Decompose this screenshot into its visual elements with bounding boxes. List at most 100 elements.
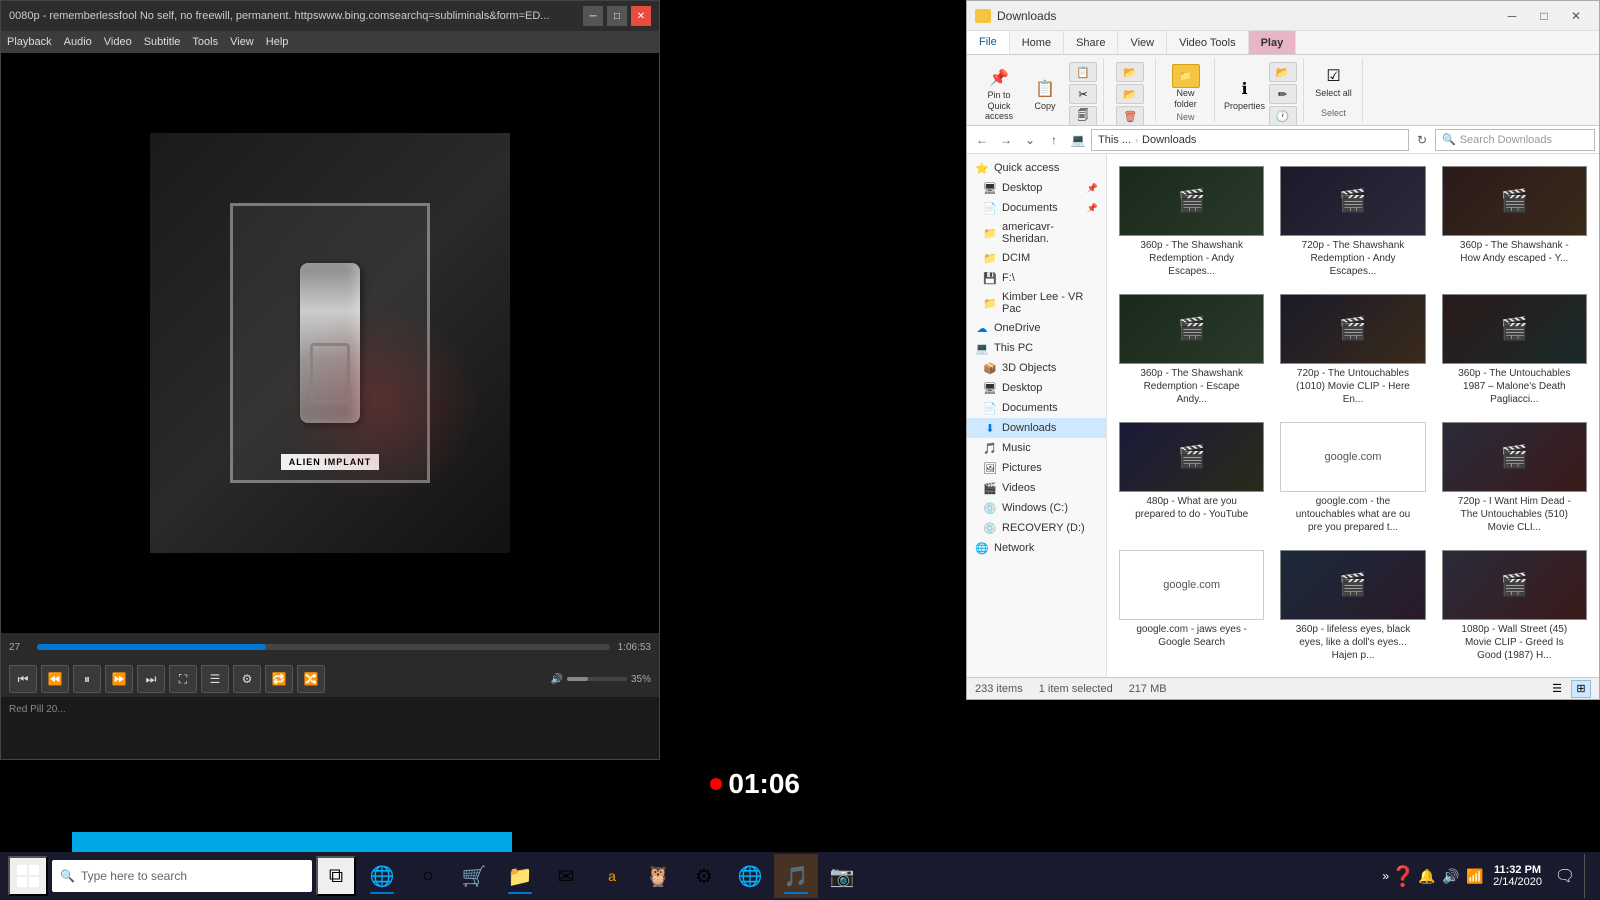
- start-button[interactable]: [8, 856, 48, 896]
- vlc-play-pause-button[interactable]: ⏸: [73, 665, 101, 693]
- list-item[interactable]: 🎬 720p - The Shawshank Redemption - Andy…: [1276, 162, 1429, 282]
- vlc-menu-playback[interactable]: Playback: [7, 36, 52, 48]
- vlc-shuffle-button[interactable]: 🔀: [297, 665, 325, 693]
- taskbar-app-extra[interactable]: ⚙: [682, 854, 726, 898]
- vlc-rewind-button[interactable]: ⏪: [41, 665, 69, 693]
- list-item[interactable]: google.com google.com - the untouchables…: [1276, 418, 1429, 538]
- sidebar-item-fdrive[interactable]: 💾 F:\: [967, 268, 1106, 288]
- tray-notification-icon[interactable]: 🔔: [1417, 858, 1437, 894]
- sidebar-item-this-pc[interactable]: 💻 This PC: [967, 338, 1106, 358]
- taskbar-app-ie[interactable]: 🌐: [360, 854, 404, 898]
- taskbar-app-vlc[interactable]: 🎵: [774, 854, 818, 898]
- list-item[interactable]: 🎬 480p - What are you prepared to do - Y…: [1115, 418, 1268, 538]
- list-item[interactable]: 🎬 360p - The Shawshank Redemption - Andy…: [1115, 162, 1268, 282]
- sidebar-item-desktop-pinned[interactable]: 🖥 Desktop 📌: [967, 178, 1106, 198]
- vlc-menu-tools[interactable]: Tools: [192, 36, 218, 48]
- list-view-button[interactable]: ☰: [1547, 680, 1567, 698]
- system-clock[interactable]: 11:32 PM 2/14/2020: [1489, 864, 1546, 888]
- sidebar-item-music[interactable]: 🎵 Music: [967, 438, 1106, 458]
- explorer-minimize-button[interactable]: ─: [1497, 6, 1527, 26]
- taskbar-app-tripadvisor[interactable]: 🦉: [636, 854, 680, 898]
- expand-tray-icon[interactable]: »: [1382, 869, 1389, 883]
- vlc-prev-button[interactable]: ⏮: [9, 665, 37, 693]
- list-item[interactable]: google.com google.com - jaws eyes - Goog…: [1115, 546, 1268, 666]
- taskbar-app-store[interactable]: 🛒: [452, 854, 496, 898]
- copy-to-button[interactable]: 📂: [1116, 84, 1144, 104]
- expand-button[interactable]: ⌄: [1019, 129, 1041, 151]
- sidebar-item-3d-objects[interactable]: 📦 3D Objects: [967, 358, 1106, 378]
- sidebar-item-documents[interactable]: 📄 Documents: [967, 398, 1106, 418]
- cut-button[interactable]: ✂: [1069, 84, 1097, 104]
- refresh-button[interactable]: ↻: [1411, 129, 1433, 151]
- list-item[interactable]: 🎬 360p - lifeless eyes, black eyes, like…: [1276, 546, 1429, 666]
- vlc-close-button[interactable]: ✕: [631, 6, 651, 26]
- sidebar-item-documents-pinned[interactable]: 📄 Documents 📌: [967, 198, 1106, 218]
- taskbar-app-mail[interactable]: ✉: [544, 854, 588, 898]
- vlc-forward-button[interactable]: ⏩: [105, 665, 133, 693]
- list-item[interactable]: 🎬 360p - The Shawshank Redemption - Esca…: [1115, 290, 1268, 410]
- list-item[interactable]: 🎬 360p - The Shawshank - How Andy escape…: [1438, 162, 1591, 282]
- sidebar-item-quick-access[interactable]: ⭐ Quick access: [967, 158, 1106, 178]
- new-folder-button[interactable]: 📁 New folder: [1164, 62, 1208, 112]
- open-button[interactable]: 📂: [1269, 62, 1297, 82]
- ribbon-tab-play[interactable]: Play: [1249, 31, 1297, 54]
- tray-volume-icon[interactable]: 🔊: [1441, 858, 1461, 894]
- ribbon-tab-file[interactable]: File: [967, 31, 1010, 54]
- taskbar-app-folder[interactable]: 📁: [498, 854, 542, 898]
- taskbar-search[interactable]: 🔍 Type here to search: [52, 860, 312, 892]
- search-box[interactable]: 🔍 Search Downloads: [1435, 129, 1595, 151]
- list-item[interactable]: 🎬 720p - I Want Him Dead - The Untouchab…: [1438, 418, 1591, 538]
- select-button[interactable]: ☑ Select all: [1312, 62, 1356, 101]
- grid-view-button[interactable]: ⊞: [1571, 680, 1591, 698]
- explorer-maximize-button[interactable]: □: [1529, 6, 1559, 26]
- vlc-minimize-button[interactable]: ─: [583, 6, 603, 26]
- sidebar-item-network[interactable]: 🌐 Network: [967, 538, 1106, 558]
- vlc-progress-track[interactable]: [37, 644, 610, 650]
- sidebar-item-onedrive[interactable]: ☁ OneDrive: [967, 318, 1106, 338]
- vlc-fullscreen-button[interactable]: ⛶: [169, 665, 197, 693]
- vlc-next-button[interactable]: ⏭: [137, 665, 165, 693]
- vlc-menu-view[interactable]: View: [230, 36, 254, 48]
- ribbon-tab-home[interactable]: Home: [1010, 31, 1064, 54]
- forward-button[interactable]: →: [995, 129, 1017, 151]
- vlc-loop-button[interactable]: 🔁: [265, 665, 293, 693]
- taskbar-app-amazon[interactable]: a: [590, 854, 634, 898]
- list-item[interactable]: 🎬 1080p - Wall Street (45) Movie CLIP - …: [1438, 546, 1591, 666]
- taskbar-app-cortana[interactable]: ○: [406, 854, 450, 898]
- pin-to-quick-access-button[interactable]: 📌 Pin to Quick access: [977, 64, 1021, 124]
- sidebar-item-kimberlee[interactable]: 📁 Kimber Lee - VR Pac: [967, 288, 1106, 318]
- list-item[interactable]: 🎬 360p - The Untouchables 1987 – Malone'…: [1438, 290, 1591, 410]
- copy-path-button[interactable]: 🗐: [1069, 106, 1097, 126]
- list-item[interactable]: 🎬 720p - The Untouchables (1010) Movie C…: [1276, 290, 1429, 410]
- sidebar-item-downloads[interactable]: ⬇ Downloads: [967, 418, 1106, 438]
- paste-button[interactable]: 📋: [1069, 62, 1097, 82]
- edit-button[interactable]: ✏: [1269, 84, 1297, 104]
- vlc-volume-track[interactable]: [567, 677, 627, 681]
- sidebar-item-desktop[interactable]: 🖥 Desktop: [967, 378, 1106, 398]
- vlc-maximize-button[interactable]: □: [607, 6, 627, 26]
- sidebar-item-windows-c[interactable]: 💿 Windows (C:): [967, 498, 1106, 518]
- tray-network-icon[interactable]: 📶: [1465, 858, 1485, 894]
- taskbar-app-camera[interactable]: 📷: [820, 854, 864, 898]
- vlc-menu-audio[interactable]: Audio: [64, 36, 92, 48]
- vlc-video-area[interactable]: ALIEN IMPLANT: [1, 53, 659, 633]
- vlc-ext-button[interactable]: ⚙: [233, 665, 261, 693]
- vlc-menu-subtitle[interactable]: Subtitle: [144, 36, 181, 48]
- vlc-menu-video[interactable]: Video: [104, 36, 132, 48]
- move-to-button[interactable]: 📂: [1116, 62, 1144, 82]
- ribbon-tab-video-tools[interactable]: Video Tools: [1167, 31, 1248, 54]
- explorer-close-button[interactable]: ✕: [1561, 6, 1591, 26]
- ribbon-tab-view[interactable]: View: [1118, 31, 1167, 54]
- sidebar-item-americavr[interactable]: 📁 americavr-Sheridan.: [967, 218, 1106, 248]
- address-path[interactable]: This ... › Downloads: [1091, 129, 1409, 151]
- action-center-icon[interactable]: 🗨: [1550, 858, 1580, 894]
- sidebar-item-videos[interactable]: 🎬 Videos: [967, 478, 1106, 498]
- ribbon-tab-share[interactable]: Share: [1064, 31, 1118, 54]
- tray-help-icon[interactable]: ❓: [1393, 858, 1413, 894]
- sidebar-item-dcim[interactable]: 📁 DCIM: [967, 248, 1106, 268]
- sidebar-item-pictures[interactable]: 🖼 Pictures: [967, 458, 1106, 478]
- vlc-menu-help[interactable]: Help: [266, 36, 289, 48]
- copy-button[interactable]: 📋 Copy: [1023, 75, 1067, 114]
- properties-button[interactable]: ℹ Properties: [1223, 75, 1267, 114]
- history-button[interactable]: 🕐: [1269, 106, 1297, 126]
